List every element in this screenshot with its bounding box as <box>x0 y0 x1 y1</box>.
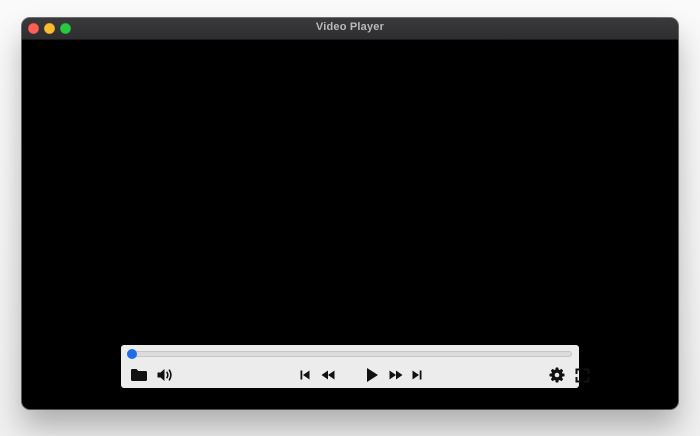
skip-forward-icon <box>411 369 423 381</box>
open-file-button[interactable] <box>129 365 149 385</box>
folder-icon <box>130 368 148 382</box>
fullscreen-icon <box>575 368 590 383</box>
fullscreen-button[interactable] <box>572 365 592 385</box>
title-bar[interactable]: Video Player <box>22 18 678 40</box>
skip-back-button[interactable] <box>297 365 313 385</box>
fast-forward-icon <box>388 369 404 381</box>
settings-icon <box>549 367 565 383</box>
volume-icon <box>156 367 174 383</box>
skip-back-icon <box>299 369 311 381</box>
volume-button[interactable] <box>155 365 175 385</box>
fast-forward-button[interactable] <box>386 365 406 385</box>
settings-button[interactable] <box>547 365 567 385</box>
skip-forward-button[interactable] <box>409 365 425 385</box>
desktop: Video Player <box>0 0 700 436</box>
playback-controls <box>121 345 589 388</box>
seek-bar[interactable] <box>127 349 572 359</box>
seek-thumb[interactable] <box>127 349 137 359</box>
rewind-button[interactable] <box>318 365 338 385</box>
video-player-window: Video Player <box>22 18 678 409</box>
window-title: Video Player <box>315 21 385 33</box>
play-icon <box>365 367 379 383</box>
rewind-icon <box>320 369 336 381</box>
play-button[interactable] <box>362 365 382 385</box>
